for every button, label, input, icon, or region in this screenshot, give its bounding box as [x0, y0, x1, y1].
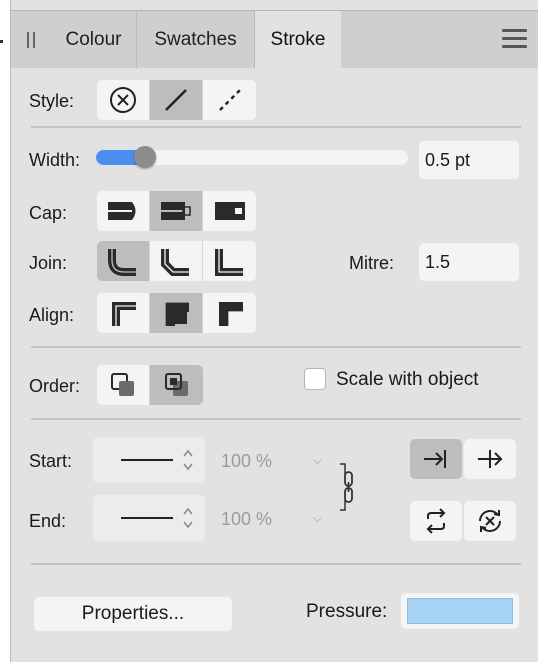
line-preview	[121, 517, 173, 519]
cap-segmented-control	[97, 191, 256, 231]
stroke-front-icon[interactable]	[150, 365, 203, 405]
hamburger-menu-icon[interactable]	[502, 29, 527, 49]
width-label: Width:	[29, 150, 81, 170]
style-label: Style:	[29, 91, 75, 111]
reset-arrowheads-icon[interactable]	[464, 501, 516, 541]
left-gutter	[0, 0, 10, 662]
divider	[31, 126, 521, 128]
join-segmented-control	[97, 241, 256, 281]
style-segmented-control	[97, 80, 256, 120]
solid-line-icon[interactable]	[150, 80, 203, 120]
pressure-graph[interactable]	[401, 593, 519, 629]
spinner-icon	[183, 449, 193, 471]
butt-cap-icon[interactable]	[97, 191, 150, 231]
align-segmented-control	[97, 293, 256, 333]
align-center-icon[interactable]	[97, 293, 150, 333]
drag-handle-icon[interactable]	[27, 32, 36, 48]
width-slider-thumb[interactable]	[134, 146, 157, 168]
stroke-behind-icon[interactable]	[97, 365, 150, 405]
start-label: Start:	[29, 451, 73, 471]
align-label: Align:	[29, 305, 75, 325]
width-slider[interactable]	[96, 146, 408, 168]
align-inside-icon[interactable]	[150, 293, 203, 333]
align-outside-icon[interactable]	[203, 293, 256, 333]
bevel-join-icon[interactable]	[150, 241, 203, 281]
dashed-line-icon[interactable]	[203, 80, 256, 120]
chevron-down-icon[interactable]: ⌵	[313, 453, 322, 468]
pressure-label: Pressure:	[306, 601, 388, 622]
order-segmented-control	[97, 365, 203, 405]
stroke-panel: Colour Swatches Stroke Style: Width: 0.5…	[10, 0, 538, 662]
round-cap-icon[interactable]	[150, 191, 203, 231]
swap-arrowheads-icon[interactable]	[410, 501, 462, 541]
link-chain-icon[interactable]	[336, 462, 362, 512]
properties-button[interactable]: Properties...	[34, 597, 232, 631]
spinner-icon	[183, 507, 193, 529]
pressure-preview	[407, 598, 513, 624]
round-join-icon[interactable]	[97, 241, 150, 281]
end-percent[interactable]: 100 %	[221, 509, 272, 530]
divider	[31, 418, 521, 420]
tab-swatches[interactable]: Swatches	[137, 11, 255, 69]
cap-label: Cap:	[29, 203, 68, 223]
start-percent[interactable]: 100 %	[221, 451, 272, 472]
end-arrowhead-picker[interactable]	[93, 495, 205, 541]
mitre-label: Mitre:	[349, 253, 394, 273]
scale-with-object-checkbox[interactable]	[304, 368, 326, 390]
chevron-down-icon[interactable]: ⌵	[313, 511, 322, 526]
mitre-join-icon[interactable]	[203, 241, 256, 281]
line-preview	[121, 459, 173, 461]
square-cap-icon[interactable]	[203, 191, 256, 231]
end-label: End:	[29, 511, 67, 531]
join-label: Join:	[29, 253, 68, 273]
start-arrowhead-picker[interactable]	[93, 437, 205, 483]
arrow-center-position-icon[interactable]	[464, 439, 516, 479]
width-field[interactable]: 0.5 pt	[419, 141, 519, 179]
divider	[31, 346, 521, 348]
order-label: Order:	[29, 376, 81, 396]
scale-with-object-label: Scale with object	[336, 369, 479, 390]
tab-colour[interactable]: Colour	[51, 11, 137, 69]
tab-stroke[interactable]: Stroke	[255, 11, 341, 69]
divider	[31, 563, 521, 565]
mitre-field[interactable]: 1.5	[419, 243, 519, 281]
none-style-icon[interactable]	[97, 80, 150, 120]
arrow-end-position-icon[interactable]	[410, 439, 462, 479]
gutter-mark	[0, 40, 3, 43]
tab-bar: Colour Swatches Stroke	[11, 10, 538, 69]
